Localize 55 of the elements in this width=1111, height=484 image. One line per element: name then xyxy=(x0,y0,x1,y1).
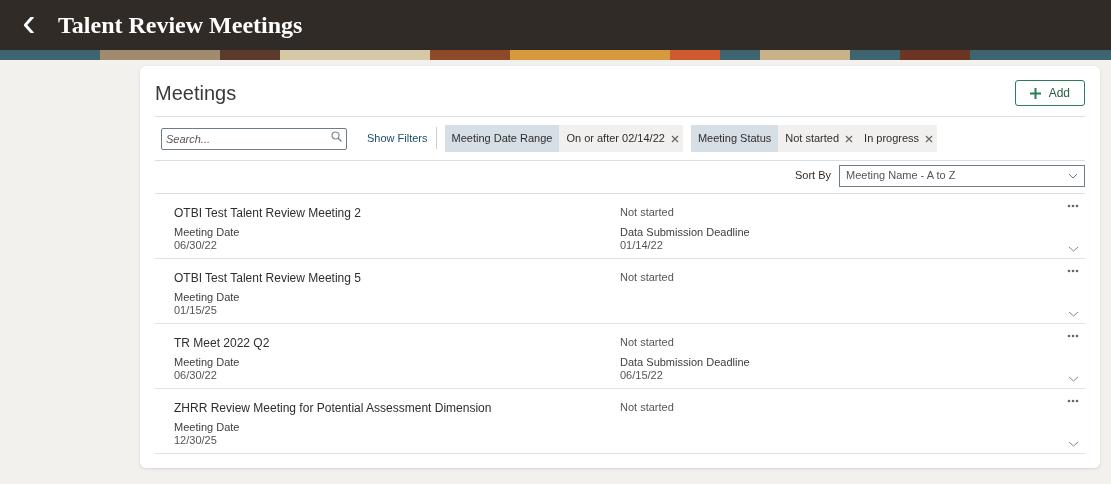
field-value: 06/30/22 xyxy=(174,238,218,252)
meeting-name[interactable]: OTBI Test Talent Review Meeting 2 xyxy=(174,203,620,222)
close-icon xyxy=(670,135,679,144)
field-label: Meeting Date xyxy=(174,225,241,239)
field-value: 01/14/22 xyxy=(620,239,664,252)
show-filters-link[interactable]: Show Filters xyxy=(367,127,437,150)
sort-label: Sort By xyxy=(794,168,831,184)
more-button[interactable] xyxy=(1067,333,1079,338)
filter-chip[interactable]: Not started xyxy=(778,125,858,152)
chevron-down-icon xyxy=(1068,172,1078,179)
sort-dropdown[interactable]: Meeting Name - A to Z xyxy=(839,164,1085,187)
field-value: 06/30/22 xyxy=(174,368,218,382)
more-icon xyxy=(1067,333,1079,338)
field-value: 12/30/25 xyxy=(174,433,218,447)
chevron-down-icon xyxy=(1067,440,1079,447)
expand-button[interactable] xyxy=(1067,375,1079,382)
search-icon xyxy=(331,131,342,143)
more-button[interactable] xyxy=(1067,203,1079,208)
filter-chip[interactable]: On or after 02/14/22 xyxy=(559,125,683,152)
field-value: 01/15/25 xyxy=(174,303,218,317)
field-label: Data Submission Deadline xyxy=(620,226,751,239)
plus-icon xyxy=(1029,87,1041,99)
more-icon xyxy=(1067,268,1079,273)
field-label: Data Submission Deadline xyxy=(620,356,751,369)
status-text: Not started xyxy=(620,204,675,220)
expand-button[interactable] xyxy=(1067,245,1079,252)
chevron-down-icon xyxy=(1067,245,1079,252)
field-value: 06/15/22 xyxy=(620,369,664,382)
meeting-name[interactable]: TR Meet 2022 Q2 xyxy=(174,333,620,352)
search-field[interactable]: Search... xyxy=(161,128,347,151)
more-icon xyxy=(1067,203,1079,208)
add-button[interactable]: Add xyxy=(1014,80,1085,106)
field-label: Meeting Date xyxy=(174,290,241,304)
status-text: Not started xyxy=(620,399,675,415)
filter-label: Meeting Date Range xyxy=(444,125,560,152)
back-button[interactable]: ‹ xyxy=(0,2,58,48)
filter-label: Meeting Status xyxy=(690,125,779,152)
filter-chip[interactable]: In progress xyxy=(857,125,938,152)
expand-button[interactable] xyxy=(1067,440,1079,447)
more-button[interactable] xyxy=(1067,398,1079,403)
status-text: Not started xyxy=(620,269,675,285)
panel-title: Meetings xyxy=(155,81,237,106)
meeting-name[interactable]: ZHRR Review Meeting for Potential Assessment Dimension xyxy=(174,398,620,417)
more-button[interactable] xyxy=(1067,268,1079,273)
status-text: Not started xyxy=(620,334,675,350)
chevron-down-icon xyxy=(1067,375,1079,382)
close-icon xyxy=(925,135,934,144)
field-label: Meeting Date xyxy=(174,420,241,434)
more-icon xyxy=(1067,398,1079,403)
chevron-down-icon xyxy=(1067,310,1079,317)
field-label: Meeting Date xyxy=(174,355,241,369)
expand-button[interactable] xyxy=(1067,310,1079,317)
meeting-name[interactable]: OTBI Test Talent Review Meeting 5 xyxy=(174,268,620,287)
page-title: Talent Review Meetings xyxy=(58,11,303,40)
close-icon xyxy=(845,135,854,144)
